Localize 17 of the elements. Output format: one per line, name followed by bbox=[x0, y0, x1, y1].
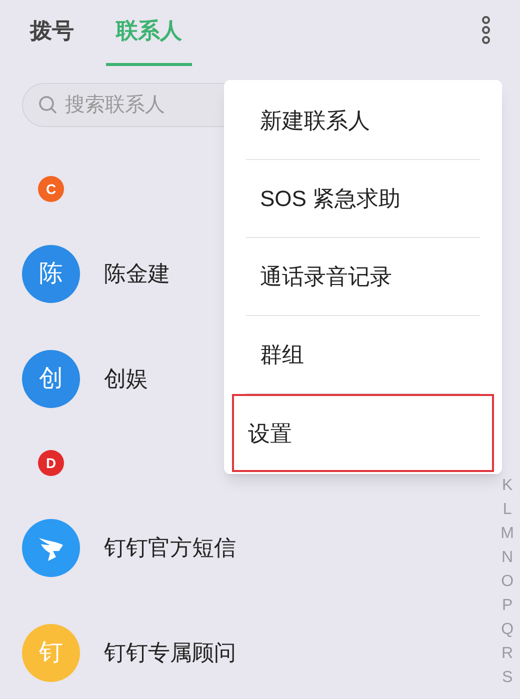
contact-name[interactable]: 创娱 bbox=[104, 362, 148, 395]
menu-item[interactable]: 群组 bbox=[246, 316, 480, 394]
menu-item[interactable]: 新建联系人 bbox=[246, 82, 480, 160]
section-letter: D bbox=[38, 450, 64, 476]
menu-item[interactable]: SOS 紧急求助 bbox=[246, 160, 480, 238]
contact-name[interactable]: 钉钉专属顾问 bbox=[104, 636, 236, 669]
menu-item[interactable]: 设置 bbox=[232, 394, 494, 472]
avatar: 陈 bbox=[22, 244, 80, 302]
contact-name[interactable]: 陈金建 bbox=[104, 257, 170, 290]
contact-name[interactable]: 钉钉官方短信 bbox=[104, 531, 236, 564]
avatar: 创 bbox=[22, 350, 80, 408]
search-icon bbox=[38, 95, 58, 115]
avatar: 钉 bbox=[22, 624, 80, 682]
section-letter: C bbox=[38, 176, 64, 202]
more-icon[interactable] bbox=[480, 16, 492, 44]
tab[interactable]: 拨号 bbox=[30, 14, 74, 66]
menu-item[interactable]: 通话录音记录 bbox=[246, 238, 480, 316]
